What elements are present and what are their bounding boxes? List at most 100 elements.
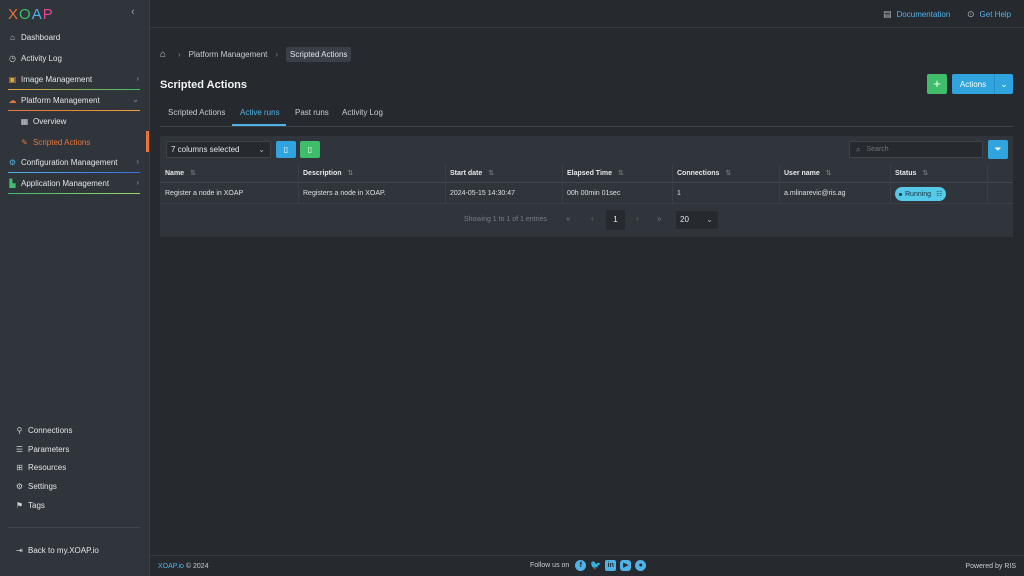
entries-info: Showing 1 to 1 of 1 entries (464, 216, 547, 223)
column-header-connections[interactable]: Connections ⇅ (677, 169, 731, 177)
sidebar-item-platform-management[interactable]: ☁ Platform Management ⌄ (0, 91, 148, 109)
chevron-right-icon: › (136, 74, 139, 83)
github-icon[interactable]: ● (635, 560, 647, 571)
sort-icon[interactable]: ⇅ (190, 170, 196, 177)
cloud-icon: ☁ (8, 95, 17, 105)
logout-icon: ⇥ (16, 545, 23, 555)
documentation-link[interactable]: ▤ Documentation (883, 9, 950, 20)
sidebar-item-dashboard[interactable]: ⌂ Dashboard (0, 28, 148, 46)
powered-by: Powered by RIS (965, 563, 1016, 570)
status-badge[interactable]: Running ☷ (895, 187, 946, 201)
footer-brand-link[interactable]: XOAP.io (158, 563, 184, 570)
page-size-select[interactable]: 20 ⌄ (676, 211, 718, 229)
get-help-link[interactable]: ⊙ Get Help (967, 9, 1011, 20)
sidebar-item-activity-log[interactable]: ◷ Activity Log (0, 49, 148, 67)
pagination: Showing 1 to 1 of 1 entries « ‹ 1 › » 20… (160, 210, 1013, 230)
status-dot-icon (899, 192, 902, 196)
chevron-down-icon[interactable]: ⌄ (995, 79, 1013, 90)
sidebar-item-underline (8, 193, 140, 194)
column-header-name[interactable]: Name ⇅ (165, 169, 196, 177)
search-icon: ⌕ (856, 144, 861, 154)
sidebar-item-underline (8, 89, 140, 90)
config-icon: ⚙ (8, 157, 17, 167)
gear-icon: ⚙ (15, 481, 24, 491)
prev-page-icon[interactable]: ‹ (591, 214, 594, 223)
grid-icon: ▦ (20, 116, 29, 126)
documentation-label: Documentation (896, 10, 951, 19)
column-header-start-date[interactable]: Start date ⇅ (450, 169, 494, 177)
topbar: ▤ Documentation ⊙ Get Help (150, 0, 1024, 28)
sidebar-item-overview[interactable]: ▦ Overview (0, 112, 148, 130)
pencil-icon: ✎ (21, 137, 28, 147)
page-title: Scripted Actions (160, 79, 247, 91)
cell-description: Registers a node in XOAP. (303, 190, 386, 197)
tab-scripted-actions[interactable]: Scripted Actions (168, 108, 225, 117)
sidebar-item-parameters[interactable]: ☰ Parameters (0, 440, 148, 458)
sidebar-item-application-management[interactable]: ▙ Application Management › (0, 174, 148, 192)
sidebar-item-label: Parameters (28, 444, 70, 454)
tab-activity-log[interactable]: Activity Log (342, 108, 383, 117)
sort-icon[interactable]: ⇅ (348, 170, 354, 177)
collapse-sidebar-icon[interactable]: ‹ (131, 6, 141, 18)
active-item-marker (146, 131, 149, 152)
back-to-xoap-link[interactable]: ⇥ Back to my.XOAP.io (0, 541, 148, 559)
filter-button[interactable]: ⏷ (988, 140, 1008, 159)
column-header-description[interactable]: Description ⇅ (303, 169, 353, 177)
chevron-down-icon: ⌄ (132, 95, 139, 104)
sort-icon[interactable]: ⇅ (725, 170, 731, 177)
current-page[interactable]: 1 (606, 210, 625, 230)
page-size-value: 20 (680, 215, 689, 224)
tab-active-runs[interactable]: Active runs (240, 108, 280, 117)
actions-button[interactable]: Actions ⌄ (952, 74, 1013, 94)
logs-icon[interactable]: ☷ (936, 190, 942, 198)
linkedin-icon[interactable]: in (605, 560, 617, 571)
sidebar-item-configuration-management[interactable]: ⚙ Configuration Management › (0, 153, 148, 171)
book-icon: ▤ (883, 9, 892, 19)
column-header-status[interactable]: Status ⇅ (895, 169, 928, 177)
sidebar-item-label: Scripted Actions (33, 137, 91, 147)
cell-elapsed-time: 00h 00min 01sec (567, 190, 621, 197)
youtube-icon[interactable]: ▶ (620, 560, 632, 571)
column-header-elapsed-time[interactable]: Elapsed Time ⇅ (567, 169, 624, 177)
sidebar-item-settings[interactable]: ⚙ Settings (0, 477, 148, 495)
sidebar-item-connections[interactable]: ⚲ Connections (0, 421, 148, 439)
search-placeholder: Search (866, 146, 889, 153)
sort-icon[interactable]: ⇅ (488, 170, 494, 177)
search-input[interactable]: ⌕ Search (849, 141, 983, 158)
last-page-icon[interactable]: » (657, 214, 661, 223)
sidebar-item-scripted-actions[interactable]: ✎ Scripted Actions (0, 133, 148, 151)
sort-icon[interactable]: ⇅ (826, 170, 832, 177)
first-page-icon[interactable]: « (566, 214, 570, 223)
export-excel-button[interactable]: ▯ (300, 141, 320, 158)
footer-copyright: XOAP.io © 2024 (158, 563, 209, 570)
cell-name: Register a node in XOAP (165, 190, 244, 197)
add-button[interactable]: + (927, 74, 947, 94)
xoap-logo[interactable]: XOAP (8, 6, 54, 23)
help-icon: ⊙ (967, 9, 975, 19)
column-header-user-name[interactable]: User name ⇅ (784, 169, 832, 177)
breadcrumb-separator-icon: › (275, 50, 279, 59)
facebook-icon[interactable]: f (575, 560, 587, 571)
sidebar-item-label: Tags (28, 500, 45, 510)
sidebar-item-underline (8, 110, 140, 111)
sidebar-item-resources[interactable]: ⊞ Resources (0, 458, 148, 476)
tab-past-runs[interactable]: Past runs (295, 108, 329, 117)
file-icon: ▯ (283, 145, 289, 154)
excel-file-icon: ▯ (307, 145, 313, 154)
back-link-label: Back to my.XOAP.io (28, 545, 99, 555)
sort-icon[interactable]: ⇅ (618, 170, 624, 177)
twitter-icon[interactable]: 🐦 (590, 560, 601, 571)
breadcrumb-item[interactable]: Platform Management (189, 50, 268, 59)
sidebar-item-label: Connections (28, 425, 73, 435)
export-csv-button[interactable]: ▯ (276, 141, 296, 158)
sidebar-item-image-management[interactable]: ▣ Image Management › (0, 70, 148, 88)
cell-connections: 1 (677, 190, 681, 197)
sidebar-item-label: Resources (28, 462, 67, 472)
sort-icon[interactable]: ⇅ (922, 170, 928, 177)
table-row[interactable]: Register a node in XOAP Registers a node… (160, 184, 1013, 204)
column-selector[interactable]: 7 columns selected ⌄ (166, 141, 271, 158)
home-icon[interactable]: ⌂ (160, 49, 170, 60)
sidebar-item-tags[interactable]: ⚑ Tags (0, 496, 148, 514)
status-label: Running (905, 190, 932, 198)
next-page-icon[interactable]: › (636, 214, 639, 223)
